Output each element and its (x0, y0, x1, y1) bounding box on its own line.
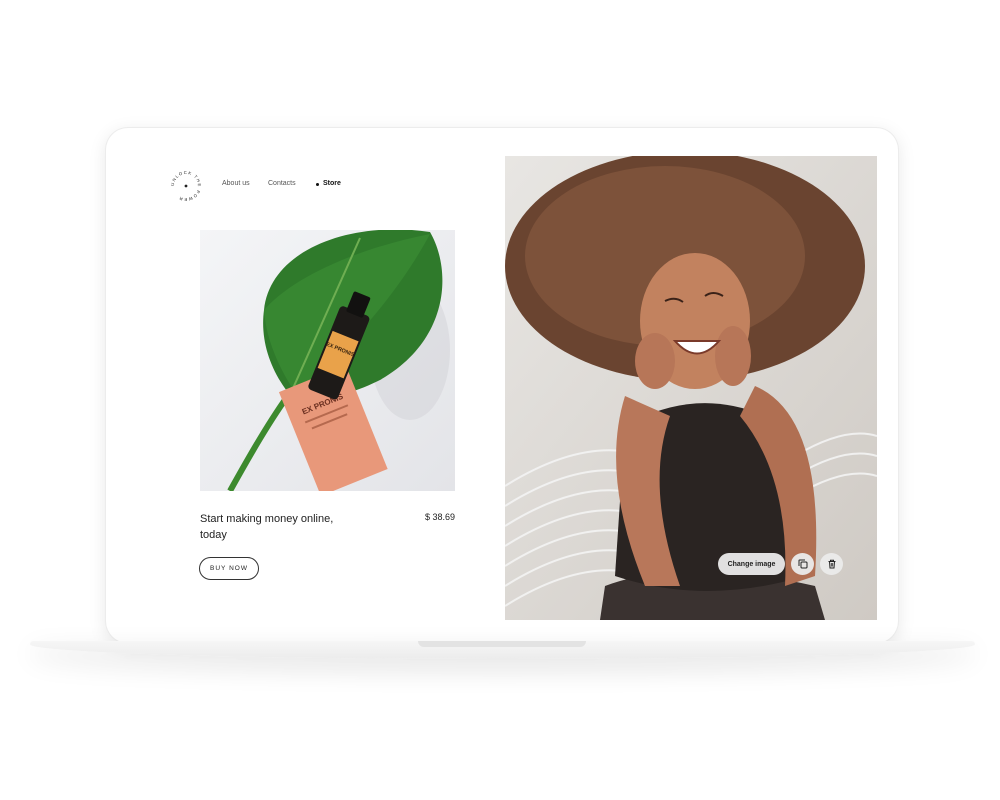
nav-about-us[interactable]: About us (222, 180, 250, 187)
buy-now-button[interactable]: BUY NOW (199, 557, 259, 580)
product-title: Start making money online, today (200, 513, 334, 541)
laptop-notch (418, 641, 586, 647)
copy-icon (798, 559, 807, 569)
product-price: $ 38.69 (424, 512, 455, 522)
trash-icon (828, 559, 835, 569)
duplicate-button[interactable] (791, 553, 814, 575)
brand-logo[interactable]: UNLOCK THE POWER (170, 170, 202, 202)
delete-button[interactable] (820, 553, 843, 575)
product-image: EX PRONIS EX PRONIS (200, 230, 455, 491)
nav-store[interactable]: Store (323, 180, 341, 187)
change-image-button[interactable]: Change image (718, 553, 785, 575)
nav-contacts[interactable]: Contacts (268, 180, 296, 187)
hero-image[interactable] (505, 156, 877, 620)
active-indicator-dot (316, 183, 319, 186)
